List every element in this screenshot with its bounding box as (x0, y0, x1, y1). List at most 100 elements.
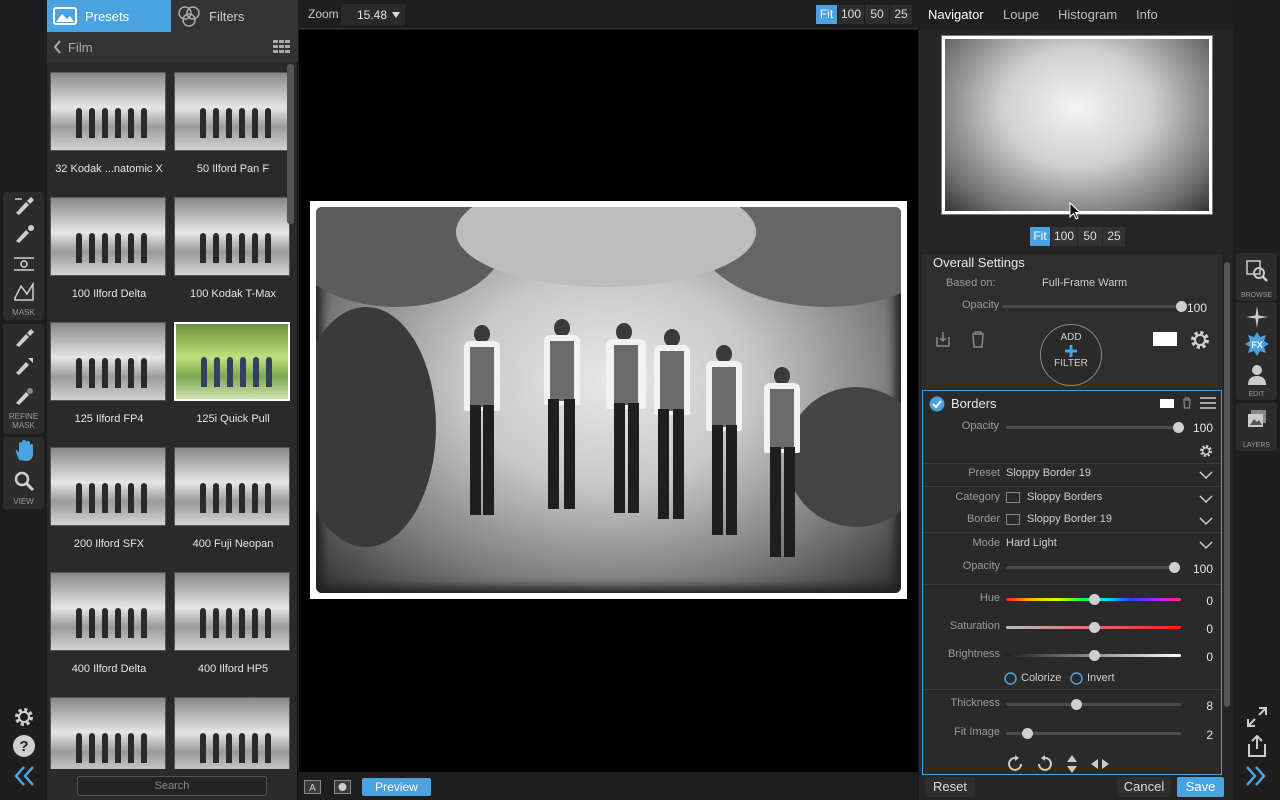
colorize-label: Colorize (1021, 672, 1062, 684)
browse-module-button[interactable]: BROWSE (1236, 253, 1277, 301)
edit-person-icon[interactable] (1247, 364, 1267, 386)
borders-mask-swatch[interactable] (1160, 399, 1174, 408)
preset-search-input[interactable]: Search (77, 776, 267, 796)
image-canvas[interactable] (299, 30, 918, 772)
breadcrumb[interactable]: Film (47, 32, 298, 62)
slider-knob[interactable] (1089, 594, 1100, 605)
zoom-fit-button[interactable]: Fit (816, 5, 837, 24)
tab-navigator[interactable]: Navigator (928, 7, 984, 22)
preset-item-selected[interactable]: 125i Quick Pull (171, 314, 295, 439)
preset-item[interactable]: 200 Ilford SFX (47, 439, 171, 564)
nav-100-button[interactable]: 100 (1051, 227, 1077, 246)
slider-knob[interactable] (1169, 562, 1180, 573)
zoom-100-button[interactable]: 100 (838, 5, 864, 24)
slider-knob[interactable] (1089, 650, 1100, 661)
collapse-right-icon[interactable] (1244, 765, 1268, 787)
zoom-50-button[interactable]: 50 (865, 5, 889, 24)
tab-presets[interactable]: Presets (47, 0, 171, 32)
refine-blur-icon[interactable] (11, 384, 37, 408)
sparkle-icon[interactable] (1245, 305, 1269, 329)
preset-item[interactable] (47, 689, 171, 769)
collapse-left-icon[interactable] (11, 764, 37, 788)
preset-item[interactable]: 125 Ilford FP4 (47, 314, 171, 439)
preset-item[interactable]: 400 Ilford HP5 (171, 564, 295, 689)
border-color-swatch[interactable] (1153, 332, 1177, 346)
refine-brush-icon[interactable] (11, 326, 37, 350)
add-filter-button[interactable]: ADD FILTER (1040, 324, 1102, 386)
mode-value[interactable]: Hard Light (1006, 537, 1057, 549)
tab-filters[interactable]: Filters (171, 0, 298, 32)
right-panel-scrollbar[interactable] (1224, 262, 1230, 707)
refine-mask-caption: REFINE MASK (8, 412, 39, 430)
menu-icon[interactable] (1200, 397, 1216, 409)
zoom-25-button[interactable]: 25 (890, 5, 912, 24)
colorize-radio[interactable] (1004, 672, 1017, 685)
settings-gear-icon[interactable] (11, 705, 37, 729)
preset-item[interactable]: 50 Ilford Pan F (171, 64, 295, 189)
fit-image-slider[interactable] (1006, 728, 1181, 739)
preset-value[interactable]: Sloppy Border 19 (1006, 467, 1091, 479)
slider-knob[interactable] (1071, 699, 1082, 710)
preset-item[interactable]: 100 Kodak T-Max (171, 189, 295, 314)
slider-knob[interactable] (1022, 728, 1033, 739)
trash-icon[interactable] (970, 330, 986, 348)
hue-slider[interactable] (1006, 594, 1181, 605)
tab-loupe[interactable]: Loupe (1003, 7, 1039, 22)
filter-enabled-check-icon[interactable] (929, 396, 945, 412)
rotate-left-icon[interactable] (1035, 755, 1053, 773)
slider-knob[interactable] (1089, 622, 1100, 633)
chevron-down-icon[interactable] (1199, 516, 1213, 526)
chevron-down-icon[interactable] (1199, 494, 1213, 504)
nav-50-button[interactable]: 50 (1078, 227, 1102, 246)
border-value[interactable]: Sloppy Border 19 (1027, 513, 1112, 525)
borders-gear-icon[interactable] (1198, 443, 1214, 459)
invert-radio[interactable] (1070, 672, 1083, 685)
lasso-mask-icon[interactable] (11, 280, 37, 304)
cancel-button[interactable]: Cancel (1117, 777, 1171, 797)
mask-bug-icon[interactable] (11, 222, 37, 246)
borders-trash-icon[interactable] (1182, 397, 1192, 409)
help-icon[interactable]: ? (11, 734, 37, 758)
preset-item[interactable]: 32 Kodak ...natomic X (47, 64, 171, 189)
before-after-icon[interactable]: A (304, 780, 321, 794)
nav-fit-button[interactable]: Fit (1030, 227, 1050, 246)
mode-opacity-slider[interactable] (1006, 562, 1180, 573)
category-value[interactable]: Sloppy Borders (1027, 491, 1102, 503)
borders-opacity-slider[interactable] (1006, 422, 1184, 433)
preset-item[interactable]: 400 Ilford Delta (47, 564, 171, 689)
gradient-mask-icon[interactable] (11, 252, 37, 276)
share-icon[interactable] (1247, 735, 1267, 757)
expand-icon[interactable] (1247, 707, 1267, 727)
nav-25-button[interactable]: 25 (1103, 227, 1125, 246)
grid-view-icon[interactable] (273, 40, 291, 54)
rotate-right-icon[interactable] (1007, 755, 1025, 773)
flip-horizontal-icon[interactable] (1091, 758, 1109, 770)
brightness-slider[interactable] (1006, 650, 1181, 661)
layers-module-button[interactable]: LAYERS (1236, 403, 1277, 451)
chevron-down-icon[interactable] (1199, 470, 1213, 480)
zoom-select[interactable]: 15.48 (341, 4, 405, 25)
saturation-slider[interactable] (1006, 622, 1181, 633)
zoom-icon[interactable] (11, 469, 37, 493)
flip-vertical-icon[interactable] (1066, 755, 1078, 773)
tab-histogram[interactable]: Histogram (1058, 7, 1117, 22)
presets-scrollbar[interactable] (287, 64, 294, 224)
download-icon[interactable] (935, 331, 951, 347)
thickness-slider[interactable] (1006, 699, 1181, 710)
save-button[interactable]: Save (1177, 777, 1224, 797)
navigator-thumbnail[interactable] (941, 35, 1213, 215)
overall-gear-icon[interactable] (1188, 328, 1212, 352)
refine-chisel-icon[interactable] (11, 354, 37, 378)
reset-button[interactable]: Reset (925, 777, 975, 797)
chevron-down-icon[interactable] (1199, 540, 1213, 550)
preset-item[interactable]: 400 Fuji Neopan (171, 439, 295, 564)
mask-brush-icon[interactable] (11, 194, 37, 218)
tab-info[interactable]: Info (1136, 7, 1158, 22)
preset-item[interactable] (171, 689, 295, 769)
mask-view-icon[interactable] (334, 780, 351, 794)
hand-icon[interactable] (11, 439, 37, 463)
preset-item[interactable]: 100 Ilford Delta (47, 189, 171, 314)
preview-button[interactable]: Preview (362, 778, 431, 796)
overall-opacity-slider[interactable] (1002, 301, 1187, 312)
fx-icon[interactable]: FX (1244, 331, 1270, 357)
